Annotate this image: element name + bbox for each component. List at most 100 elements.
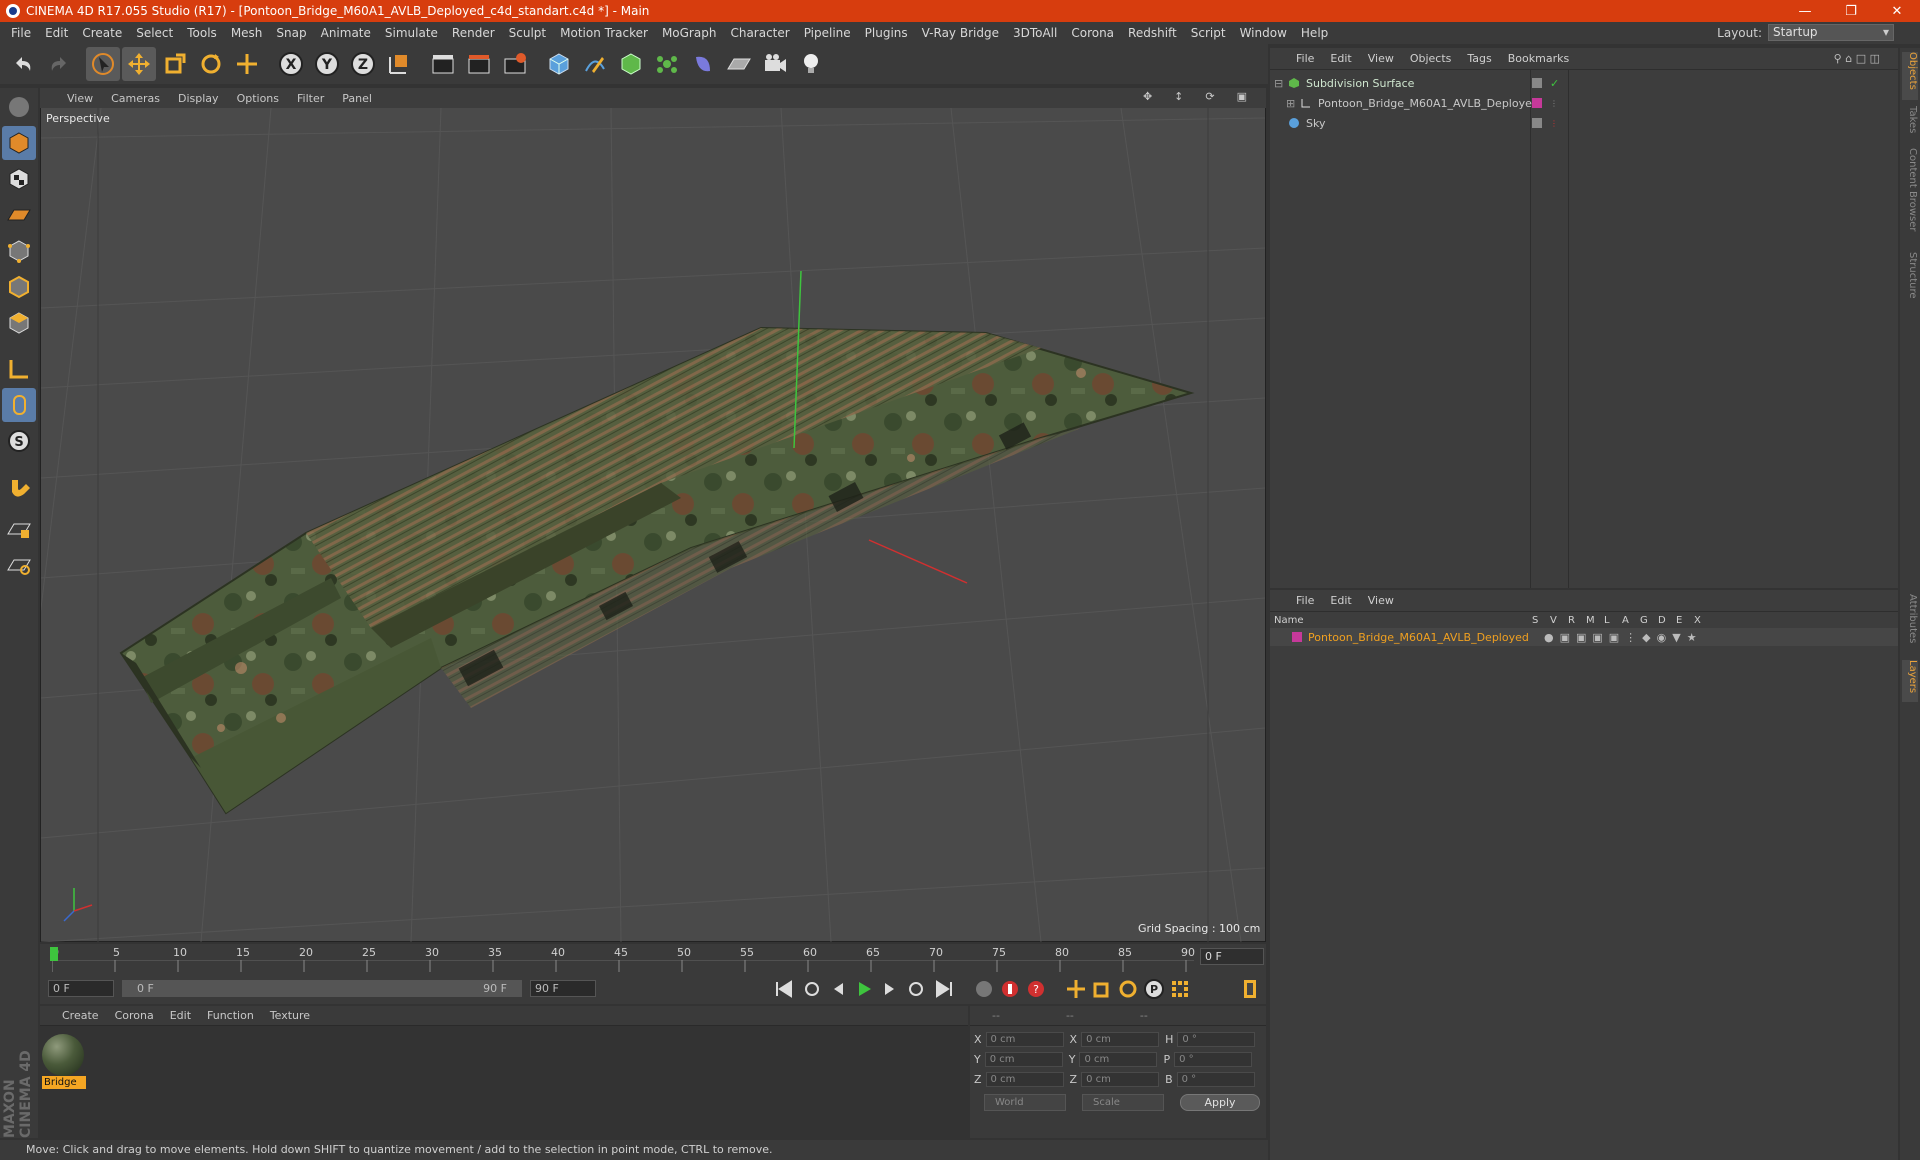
tweak-mode-button[interactable] [2, 388, 36, 422]
objects-menu-tags[interactable]: Tags [1459, 52, 1499, 65]
menu-script[interactable]: Script [1184, 26, 1233, 40]
timeline[interactable]: 0 5 10 15 20 25 30 35 40 45 50 55 60 65 … [40, 944, 1266, 974]
end-frame-field[interactable]: 90 F [530, 980, 596, 997]
objects-menu-view[interactable]: View [1360, 52, 1402, 65]
objects-menu-edit[interactable]: Edit [1322, 52, 1359, 65]
apply-button[interactable]: Apply [1180, 1094, 1260, 1111]
camera-button[interactable] [758, 47, 792, 81]
menu-mesh[interactable]: Mesh [224, 26, 270, 40]
light-button[interactable] [794, 47, 828, 81]
polygons-mode-button[interactable] [2, 306, 36, 340]
objects-menu-bookmarks[interactable]: Bookmarks [1500, 52, 1577, 65]
cube-object-button[interactable] [542, 47, 576, 81]
menu-edit[interactable]: Edit [38, 26, 75, 40]
viewport-menu-cameras[interactable]: Cameras [102, 92, 169, 105]
previous-key-button[interactable] [800, 977, 824, 1001]
key-rotation-button[interactable] [1116, 977, 1140, 1001]
viewport-menu-view[interactable]: View [58, 92, 102, 105]
scale-tool-button[interactable] [158, 47, 192, 81]
material-menu-function[interactable]: Function [199, 1009, 262, 1022]
material-bridge[interactable]: Bridge [42, 1034, 86, 1090]
coordinate-space-dropdown[interactable]: World [984, 1094, 1066, 1111]
tab-objects[interactable]: Objects [1902, 52, 1918, 100]
enabled-check-icon[interactable]: ✓ [1550, 77, 1559, 90]
tab-layers[interactable]: Layers [1902, 660, 1918, 702]
menu-sculpt[interactable]: Sculpt [502, 26, 553, 40]
size-z-field[interactable]: 0 cm [1081, 1071, 1160, 1087]
viewport-menu-filter[interactable]: Filter [288, 92, 333, 105]
floor-button[interactable] [722, 47, 756, 81]
menu-mograph[interactable]: MoGraph [655, 26, 724, 40]
rot-b-field[interactable]: 0 ° [1176, 1071, 1255, 1087]
material-menu-texture[interactable]: Texture [262, 1009, 318, 1022]
minimize-button[interactable]: — [1782, 0, 1828, 22]
menu-create[interactable]: Create [75, 26, 129, 40]
expand-icon[interactable]: ⊞ [1286, 97, 1300, 110]
menu-corona[interactable]: Corona [1064, 26, 1121, 40]
layers-menu-view[interactable]: View [1360, 594, 1402, 607]
cloner-button[interactable] [650, 47, 684, 81]
viewport-menu-panel[interactable]: Panel [333, 92, 381, 105]
edit-visibility-icon[interactable] [1532, 118, 1542, 128]
layer-row[interactable]: Pontoon_Bridge_M60A1_AVLB_Deployed ●▣▣▣▣… [1270, 628, 1898, 646]
snap-button[interactable] [2, 470, 36, 504]
menu-motion-tracker[interactable]: Motion Tracker [553, 26, 655, 40]
tab-structure[interactable]: Structure [1902, 252, 1918, 308]
pos-y-field[interactable]: 0 cm [984, 1051, 1063, 1067]
rot-p-field[interactable]: 0 ° [1174, 1051, 1253, 1067]
pos-z-field[interactable]: 0 cm [985, 1071, 1064, 1087]
visibility-dots-icon[interactable]: ⋮ [1550, 119, 1558, 128]
move-tool-button[interactable] [122, 47, 156, 81]
undo-button[interactable] [6, 47, 40, 81]
deformer-button[interactable] [686, 47, 720, 81]
tab-attributes[interactable]: Attributes [1902, 594, 1918, 658]
key-parameter-button[interactable]: P [1142, 977, 1166, 1001]
edit-visibility-icon[interactable] [1532, 78, 1542, 88]
axis-mode-button[interactable] [2, 352, 36, 386]
play-button[interactable] [852, 977, 876, 1001]
timeline-settings-button[interactable] [1238, 977, 1262, 1001]
lock-workplane-button[interactable] [2, 512, 36, 546]
layer-flags-icon[interactable]: ●▣▣▣▣⋮◆◉▼★ [1544, 631, 1703, 644]
select-tool-button[interactable] [86, 47, 120, 81]
viewport-menu-options[interactable]: Options [228, 92, 288, 105]
menu-file[interactable]: File [4, 26, 38, 40]
menu-character[interactable]: Character [723, 26, 796, 40]
y-axis-button[interactable]: Y [310, 47, 344, 81]
menu-vray-bridge[interactable]: V-Ray Bridge [915, 26, 1006, 40]
material-menu-create[interactable]: Create [54, 1009, 107, 1022]
object-row-sky[interactable]: Sky ⋮ [1270, 113, 1898, 133]
render-view-button[interactable] [426, 47, 460, 81]
size-y-field[interactable]: 0 cm [1079, 1051, 1158, 1067]
transform-tool-button[interactable] [230, 47, 264, 81]
close-button[interactable]: ✕ [1874, 0, 1920, 22]
menu-plugins[interactable]: Plugins [858, 26, 915, 40]
frame-range-slider[interactable]: 0 F 90 F [122, 980, 522, 997]
solo-button[interactable]: S [2, 424, 36, 458]
next-key-button[interactable] [904, 977, 928, 1001]
next-frame-button[interactable] [878, 977, 902, 1001]
rotate-tool-button[interactable] [194, 47, 228, 81]
pontoon-bridge-model[interactable] [119, 326, 1195, 815]
object-row-subdivision-surface[interactable]: ⊟ Subdivision Surface ✓ [1270, 73, 1898, 93]
menu-3dtoall[interactable]: 3DToAll [1006, 26, 1064, 40]
pen-spline-button[interactable] [578, 47, 612, 81]
planar-workplane-button[interactable] [2, 548, 36, 582]
layout-dropdown[interactable]: Startup [1768, 24, 1894, 41]
menu-simulate[interactable]: Simulate [378, 26, 445, 40]
dolly-view-icon[interactable]: ↕ [1165, 90, 1192, 103]
key-position-button[interactable] [1064, 977, 1088, 1001]
pos-x-field[interactable]: 0 cm [985, 1031, 1064, 1047]
autokey-button[interactable]: ? [1024, 977, 1048, 1001]
visibility-dots-icon[interactable]: ⋮ [1550, 99, 1558, 108]
material-menu-edit[interactable]: Edit [162, 1009, 199, 1022]
record-keys-button[interactable] [998, 977, 1022, 1001]
maximize-view-icon[interactable]: ▣ [1228, 90, 1256, 103]
playhead[interactable] [50, 947, 58, 961]
start-frame-field[interactable]: 0 F [48, 980, 114, 997]
tab-takes[interactable]: Takes [1902, 106, 1918, 146]
workplane-mode-button[interactable] [2, 198, 36, 232]
menu-animate[interactable]: Animate [314, 26, 378, 40]
menu-select[interactable]: Select [129, 26, 180, 40]
x-axis-handle[interactable] [868, 539, 968, 584]
